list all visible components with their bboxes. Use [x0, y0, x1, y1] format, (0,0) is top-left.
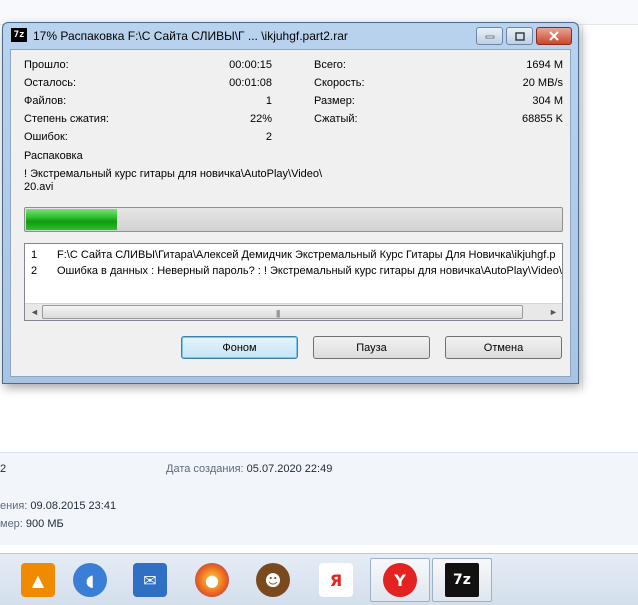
taskbar: ▲ ◖ ✉ ● ☻ Я Y 7z: [0, 553, 638, 605]
taskbar-vlc[interactable]: ▲: [8, 558, 68, 602]
scroll-right-icon[interactable]: ►: [549, 307, 558, 317]
taskbar-yandex[interactable]: Я: [306, 558, 366, 602]
details-left-value: 2: [0, 463, 7, 475]
files-label: Файлов:: [24, 95, 67, 107]
dialog-body: Прошло: 00:00:15 Осталось: 00:01:08 Файл…: [10, 49, 571, 377]
maximize-icon: [514, 31, 525, 41]
minimize-icon: [485, 35, 494, 39]
current-file-line1: ! Экстремальный курс гитары для новичка\…: [24, 168, 323, 180]
horizontal-scrollbar[interactable]: ◄ ||| ►: [25, 303, 562, 320]
7zip-icon: 7z: [445, 563, 479, 597]
firefox-icon: ●: [195, 563, 229, 597]
log-row: 2 Ошибка в данных : Неверный пароль? : ! …: [31, 265, 562, 277]
title-bar[interactable]: 7z 17% Распаковка F:\С Сайта СЛИВЫ\Г ...…: [3, 23, 578, 48]
monkey-icon: ☻: [256, 563, 290, 597]
log-row: 1 F:\С Сайта СЛИВЫ\Гитара\Алексей Демидчи…: [31, 249, 556, 261]
close-button[interactable]: [536, 27, 572, 45]
volume-icon: ◖: [73, 563, 107, 597]
current-file-path: ! Экстремальный курс гитары для новичка\…: [24, 168, 424, 194]
taskbar-monkey[interactable]: ☻: [243, 558, 303, 602]
yandex-browser-icon: Y: [383, 563, 417, 597]
yandex-icon: Я: [319, 563, 353, 597]
taskbar-yandex-browser[interactable]: Y: [370, 558, 430, 602]
7zip-app-icon: 7z: [11, 28, 27, 42]
taskbar-mail[interactable]: ✉: [120, 558, 180, 602]
details-created-value: 05.07.2020 22:49: [246, 463, 333, 475]
log-row-number: 1: [31, 249, 38, 261]
elapsed-value: 00:00:15: [229, 59, 272, 71]
progress-fill: [26, 209, 117, 230]
taskbar-7zip[interactable]: 7z: [432, 558, 492, 602]
errors-value: 2: [265, 131, 272, 143]
details-size-value: 900 МБ: [25, 518, 64, 530]
log-row-text: Ошибка в данных : Неверный пароль? : ! Э…: [57, 265, 562, 277]
elapsed-label: Прошло:: [24, 59, 69, 71]
packed-value: 68855 K: [522, 113, 563, 125]
window-title: 17% Распаковка F:\С Сайта СЛИВЫ\Г ... \i…: [33, 29, 348, 43]
message-log[interactable]: 1 F:\С Сайта СЛИВЫ\Гитара\Алексей Демидчи…: [24, 243, 563, 321]
ratio-label: Степень сжатия:: [24, 113, 109, 125]
background-button[interactable]: Фоном: [181, 336, 298, 359]
maximize-button[interactable]: [506, 27, 533, 45]
scroll-thumb[interactable]: |||: [42, 305, 523, 319]
details-size: мер: 900 МБ: [0, 518, 64, 530]
explorer-column-divider: [582, 25, 583, 390]
packed-label: Сжатый:: [314, 113, 358, 125]
progress-bar: [24, 207, 563, 232]
speed-value: 20 MB/s: [522, 77, 563, 89]
minimize-button[interactable]: [476, 27, 503, 45]
size-value: 304 M: [532, 95, 563, 107]
vlc-icon: ▲: [21, 563, 55, 597]
details-modified-value: 09.08.2015 23:41: [30, 500, 117, 512]
explorer-bottom: [0, 545, 638, 553]
scroll-grip-icon: |||: [276, 309, 280, 318]
speed-label: Скорость:: [314, 77, 365, 89]
remaining-value: 00:01:08: [229, 77, 272, 89]
ratio-value: 22%: [249, 113, 272, 125]
total-value: 1694 M: [526, 59, 563, 71]
taskbar-firefox[interactable]: ●: [182, 558, 242, 602]
details-pane: 2 Дата создания: 05.07.2020 22:49 ения: …: [0, 452, 638, 545]
scroll-left-icon[interactable]: ◄: [30, 307, 39, 317]
log-row-number: 2: [31, 265, 38, 277]
cancel-button[interactable]: Отмена: [445, 336, 562, 359]
current-file-line2: 20.avi: [24, 181, 54, 193]
taskbar-volume[interactable]: ◖: [60, 558, 120, 602]
extract-dialog: 7z 17% Распаковка F:\С Сайта СЛИВЫ\Г ...…: [2, 22, 579, 384]
details-created-label: Дата создания:: [166, 463, 244, 475]
size-label: Размер:: [314, 95, 355, 107]
details-modified: ения: 09.08.2015 23:41: [0, 500, 116, 512]
close-icon: [549, 31, 559, 41]
details-created: Дата создания: 05.07.2020 22:49: [166, 463, 332, 475]
log-row-text: F:\С Сайта СЛИВЫ\Гитара\Алексей Демидчик…: [57, 249, 556, 261]
total-label: Всего:: [314, 59, 346, 71]
details-modified-label: ения:: [0, 500, 28, 512]
operation-label: Распаковка: [24, 150, 83, 162]
details-size-label: мер:: [0, 518, 23, 530]
remaining-label: Осталось:: [24, 77, 77, 89]
errors-label: Ошибок:: [24, 131, 68, 143]
files-value: 1: [265, 95, 272, 107]
mail-icon: ✉: [133, 563, 167, 597]
pause-button[interactable]: Пауза: [313, 336, 430, 359]
